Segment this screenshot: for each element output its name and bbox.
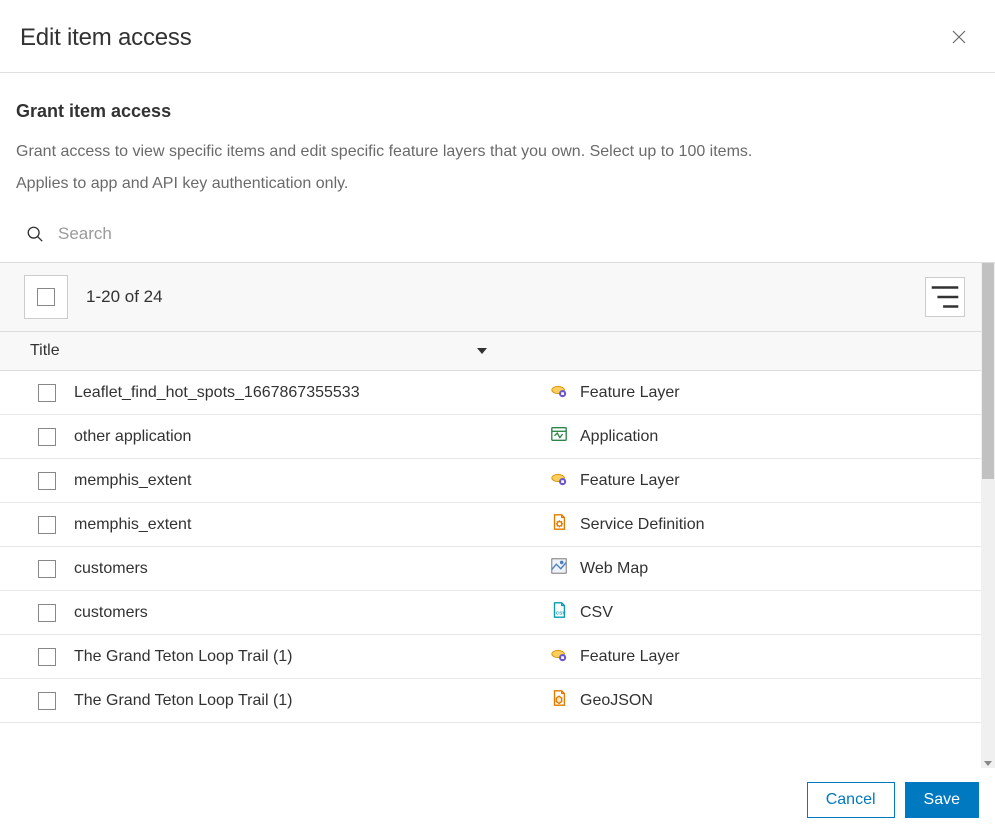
table-row: memphis_extent Feature Layer xyxy=(0,459,981,503)
table-body: Leaflet_find_hot_spots_1667867355533 Feat… xyxy=(0,371,981,723)
pagination-range: 1-20 of 24 xyxy=(86,287,163,307)
intro-text-2: Applies to app and API key authenticatio… xyxy=(16,168,975,200)
column-header-title[interactable]: Title xyxy=(30,342,506,360)
sort-descending-icon xyxy=(476,345,488,357)
row-checkbox[interactable] xyxy=(38,648,56,666)
row-checkbox[interactable] xyxy=(38,472,56,490)
row-type: Feature Layer xyxy=(526,469,680,492)
dialog-header: Edit item access xyxy=(0,0,995,73)
save-button[interactable]: Save xyxy=(905,782,979,818)
feature-layer-icon xyxy=(550,381,568,404)
scrollbar[interactable] xyxy=(981,263,995,768)
row-title: The Grand Teton Loop Trail (1) xyxy=(74,648,526,666)
row-type-label: Feature Layer xyxy=(580,384,680,402)
table-row: The Grand Teton Loop Trail (1) Feature La… xyxy=(0,635,981,679)
row-checkbox[interactable] xyxy=(38,692,56,710)
application-icon xyxy=(550,425,568,448)
row-type: Feature Layer xyxy=(526,645,680,668)
table-row: The Grand Teton Loop Trail (1) GeoJSON xyxy=(0,679,981,723)
feature-layer-icon xyxy=(550,469,568,492)
row-title: memphis_extent xyxy=(74,472,526,490)
cancel-button[interactable]: Cancel xyxy=(807,782,895,818)
filter-icon xyxy=(926,278,964,316)
feature-layer-icon xyxy=(550,645,568,668)
table-toolbar: 1-20 of 24 xyxy=(0,263,981,331)
column-header-title-label: Title xyxy=(30,342,60,360)
row-type: CSV CSV xyxy=(526,601,613,624)
row-checkbox[interactable] xyxy=(38,560,56,578)
row-type: Service Definition xyxy=(526,513,705,536)
dialog-footer: Cancel Save xyxy=(0,768,995,832)
row-type-label: CSV xyxy=(580,604,613,622)
geojson-icon xyxy=(550,689,568,712)
close-button[interactable] xyxy=(947,25,971,52)
intro-section: Grant item access Grant access to view s… xyxy=(0,73,995,200)
scrollbar-down-arrow[interactable] xyxy=(981,756,995,768)
row-type-label: Application xyxy=(580,428,658,446)
row-checkbox[interactable] xyxy=(38,428,56,446)
close-icon xyxy=(951,29,967,45)
row-type-label: Feature Layer xyxy=(580,648,680,666)
service-definition-icon xyxy=(550,513,568,536)
row-type: Feature Layer xyxy=(526,381,680,404)
table-row: Leaflet_find_hot_spots_1667867355533 Feat… xyxy=(0,371,981,415)
row-type-label: GeoJSON xyxy=(580,692,653,710)
table-row: customers CSV CSV xyxy=(0,591,981,635)
row-title: memphis_extent xyxy=(74,516,526,534)
intro-text-1: Grant access to view specific items and … xyxy=(16,136,975,168)
table-area: 1-20 of 24 Title Leaflet_find_hot_spots_… xyxy=(0,262,995,768)
csv-icon: CSV xyxy=(550,601,568,624)
table-row: other application Application xyxy=(0,415,981,459)
search-row xyxy=(0,200,995,262)
row-title: customers xyxy=(74,604,526,622)
intro-heading: Grant item access xyxy=(16,101,975,122)
row-title: customers xyxy=(74,560,526,578)
row-title: Leaflet_find_hot_spots_1667867355533 xyxy=(74,384,526,402)
row-checkbox[interactable] xyxy=(38,604,56,622)
search-input[interactable] xyxy=(58,224,975,244)
row-title: other application xyxy=(74,428,526,446)
svg-text:CSV: CSV xyxy=(556,611,567,617)
row-checkbox[interactable] xyxy=(38,516,56,534)
row-checkbox[interactable] xyxy=(38,384,56,402)
table-row: customers Web Map xyxy=(0,547,981,591)
select-all-checkbox[interactable] xyxy=(37,288,55,306)
row-type-label: Web Map xyxy=(580,560,648,578)
scrollbar-thumb[interactable] xyxy=(982,263,994,479)
row-type: GeoJSON xyxy=(526,689,653,712)
search-icon xyxy=(26,225,44,243)
table-row: memphis_extent Service Definition xyxy=(0,503,981,547)
row-type-label: Service Definition xyxy=(580,516,705,534)
table-header: Title xyxy=(0,331,981,371)
row-type: Application xyxy=(526,425,658,448)
row-title: The Grand Teton Loop Trail (1) xyxy=(74,692,526,710)
row-type-label: Feature Layer xyxy=(580,472,680,490)
web-map-icon xyxy=(550,557,568,580)
row-type: Web Map xyxy=(526,557,648,580)
dialog-title: Edit item access xyxy=(20,24,192,52)
filter-button[interactable] xyxy=(925,277,965,317)
select-all-wrapper xyxy=(24,275,68,319)
